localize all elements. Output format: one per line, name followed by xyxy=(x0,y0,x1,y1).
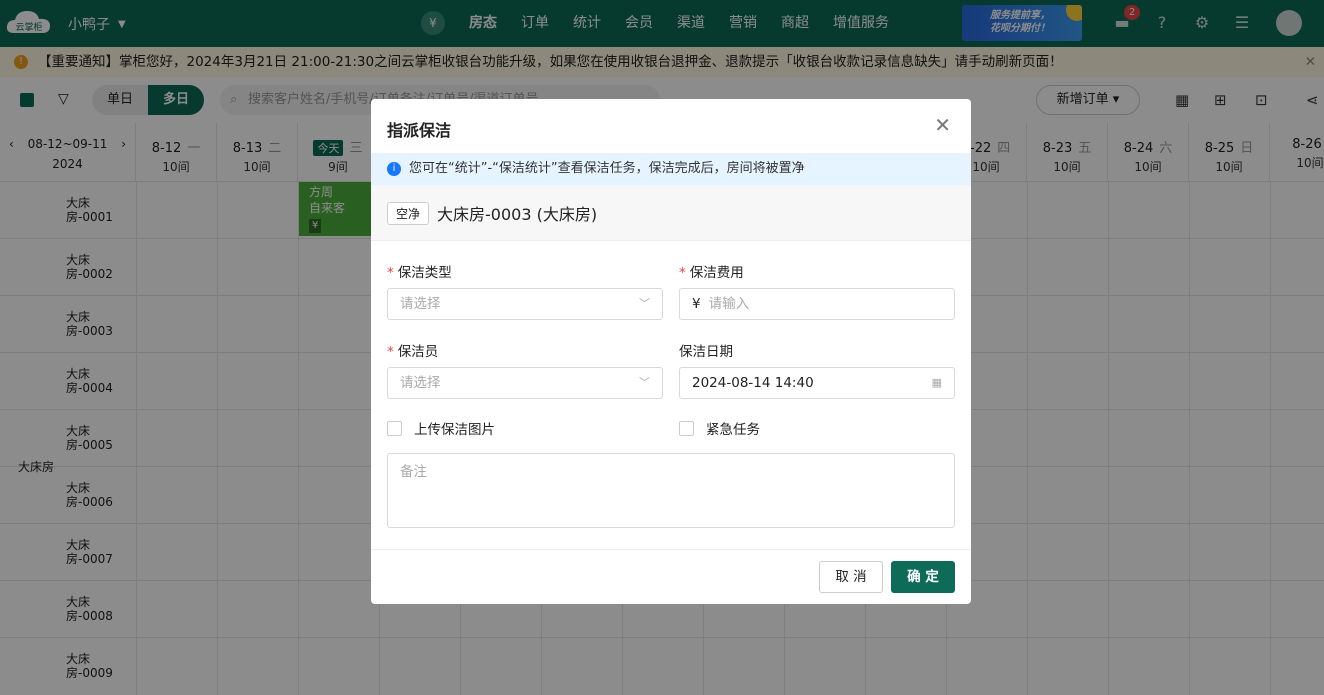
cleaner-label: * 保洁员 xyxy=(387,344,439,360)
room-status-tag: 空净 xyxy=(387,202,430,225)
cleaner-placeholder: 请选择 xyxy=(400,375,441,391)
confirm-button[interactable]: 确 定 xyxy=(891,561,955,593)
urgent-task-checkbox[interactable]: 紧急任务 xyxy=(679,418,760,438)
cleaner-select[interactable]: 请选择 ﹀ xyxy=(387,367,663,399)
info-banner: i 您可在“统计”-“保洁统计”查看保洁任务，保洁完成后，房间将被置净 xyxy=(371,153,971,185)
chevron-down-icon: ﹀ xyxy=(639,376,650,389)
checkbox-box[interactable] xyxy=(387,420,402,436)
clean-date-picker[interactable]: 2024-08-14 14:40 ▦ xyxy=(679,367,955,399)
yuan-prefix: ¥ xyxy=(692,296,701,312)
clean-fee-label: * 保洁费用 xyxy=(679,265,744,281)
clean-date-label: 保洁日期 xyxy=(679,344,733,360)
clean-type-placeholder: 请选择 xyxy=(400,296,441,312)
upload-label: 上传保洁图片 xyxy=(414,422,495,438)
info-text: 您可在“统计”-“保洁统计”查看保洁任务，保洁完成后，房间将被置净 xyxy=(409,161,805,176)
remark-textarea[interactable]: 备注 xyxy=(387,453,955,528)
clean-type-select[interactable]: 请选择 ﹀ xyxy=(387,288,663,320)
cancel-button[interactable]: 取 消 xyxy=(819,561,883,593)
clean-date-value: 2024-08-14 14:40 xyxy=(692,375,814,391)
room-summary: 空净 大床房-0003 (大床房) xyxy=(371,185,971,241)
checkbox-box[interactable] xyxy=(679,420,694,436)
info-icon: i xyxy=(387,162,401,176)
assign-cleaning-dialog: 指派保洁 ✕ i 您可在“统计”-“保洁统计”查看保洁任务，保洁完成后，房间将被… xyxy=(371,99,971,604)
calendar-icon: ▦ xyxy=(931,376,942,389)
dialog-title: 指派保洁 xyxy=(387,121,452,140)
close-icon[interactable]: ✕ xyxy=(934,113,951,137)
room-name: 大床房-0003 (大床房) xyxy=(437,205,598,224)
clean-fee-input[interactable]: ¥ 请输入 xyxy=(679,288,955,320)
urgent-label: 紧急任务 xyxy=(706,422,760,438)
chevron-down-icon: ﹀ xyxy=(639,297,650,310)
dialog-footer: 取 消 确 定 xyxy=(371,549,971,604)
remark-placeholder: 备注 xyxy=(400,464,427,480)
upload-photos-checkbox[interactable]: 上传保洁图片 xyxy=(387,418,495,438)
clean-type-label: * 保洁类型 xyxy=(387,265,452,281)
clean-fee-placeholder: 请输入 xyxy=(708,296,750,312)
